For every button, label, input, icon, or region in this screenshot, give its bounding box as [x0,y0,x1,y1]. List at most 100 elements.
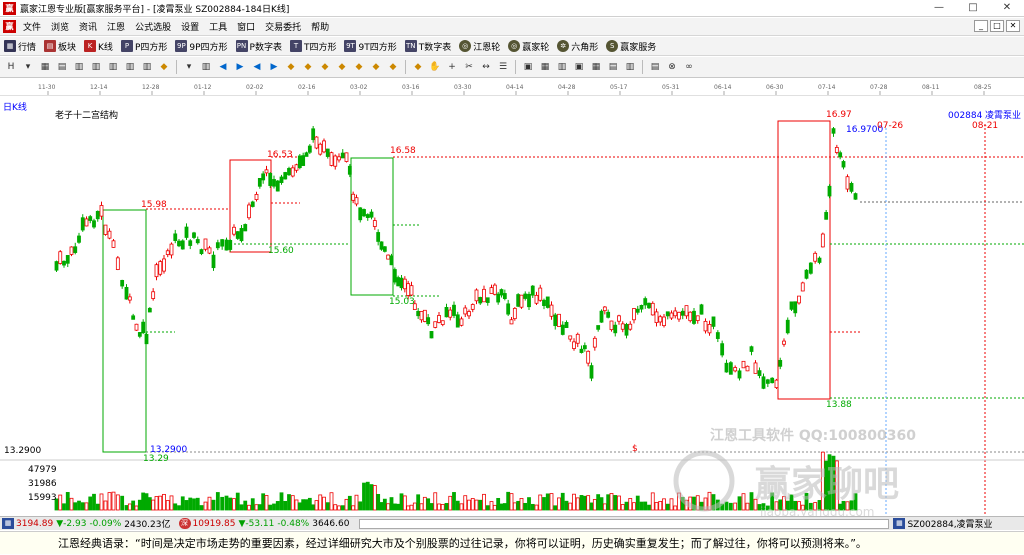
hexagon-icon: ✲ [557,40,570,52]
drawing-tool-button[interactable]: ▾ [182,60,196,74]
drawing-tool-button[interactable]: ▥ [123,60,137,74]
drawing-tool-button[interactable]: ✂ [462,60,476,74]
menu-trade[interactable]: 交易委托 [260,20,306,33]
volume-bar [650,492,655,511]
drawing-tool-button[interactable]: ▥ [72,60,86,74]
drawing-tool-button[interactable]: ◆ [386,60,400,74]
drawing-tool-button[interactable]: ◆ [352,60,366,74]
menu-info[interactable]: 资讯 [74,20,102,33]
candle-body [692,310,696,324]
minimize-button[interactable]: — [922,0,956,16]
toolbar-separator [405,60,406,74]
candle-body [69,246,74,255]
drawing-tool-button[interactable]: ▥ [89,60,103,74]
volume-bar [220,496,225,511]
drawing-tool-button[interactable]: ▦ [538,60,552,74]
drawing-tool-button[interactable]: ▦ [589,60,603,74]
candle-body [817,257,822,263]
drawing-tool-button[interactable]: ▶ [233,60,247,74]
menu-file[interactable]: 文件 [18,20,46,33]
volume-bar [318,494,323,511]
pn-square-icon: PN [235,40,248,52]
drawing-tool-button[interactable]: ▣ [521,60,535,74]
toolbar-sector-button[interactable]: ▤ 板块 [44,40,76,53]
toolbar-9t-square-button[interactable]: 9T 9T四方形 [344,40,397,53]
toolbar-service-button[interactable]: S 赢家服务 [606,40,656,53]
toolbar-p-square-button[interactable]: P P四方形 [120,40,167,53]
candle-body [287,168,291,176]
toolbar-quotes-button[interactable]: ▦ 行情 [4,40,36,53]
mdi-close-button[interactable]: ✕ [1006,20,1020,32]
candle-body [841,161,846,168]
drawing-tool-button[interactable]: ⊗ [665,60,679,74]
drawing-tool-button[interactable]: ▥ [199,60,213,74]
candle-body [134,323,139,331]
drawing-tool-button[interactable]: ▥ [555,60,569,74]
candle-body [84,218,89,227]
candle-body [211,254,216,269]
toolbar-9p-square-button[interactable]: 9P 9P四方形 [175,40,228,53]
candle-body [589,365,594,379]
volume-bar [344,498,349,511]
menu-window[interactable]: 窗口 [232,20,260,33]
close-button[interactable]: ✕ [990,0,1024,16]
drawing-tool-button[interactable]: ◆ [157,60,171,74]
drawing-tool-button[interactable]: ◆ [369,60,383,74]
candle-body [416,310,421,317]
drawing-tool-button[interactable]: ▾ [21,60,35,74]
menu-help[interactable]: 帮助 [306,20,334,33]
volume-bar [162,493,166,511]
volume-bar [247,504,251,511]
drawing-tool-button[interactable]: ∞ [682,60,696,74]
volume-bar [158,495,163,511]
drawing-tool-button[interactable]: ▥ [106,60,120,74]
drawing-tool-button[interactable]: ▤ [55,60,69,74]
drawing-tool-button[interactable]: ↔ [479,60,493,74]
price-label-15-03: 15.03 [389,297,415,307]
drawing-tool-button[interactable]: + [445,60,459,74]
drawing-tool-button[interactable]: ▥ [140,60,154,74]
toolbar-gann-wheel-button[interactable]: ◎ 江恩轮 [459,40,500,53]
horizontal-scrollbar[interactable] [359,518,890,529]
drawing-tool-button[interactable]: ▤ [606,60,620,74]
menu-gann[interactable]: 江恩 [102,20,130,33]
toolbar-winner-wheel-button[interactable]: ◎ 赢家轮 [508,40,549,53]
drawing-tool-button[interactable]: ▦ [38,60,52,74]
drawing-tool-button[interactable]: ◆ [318,60,332,74]
toolbar-hexagon-button[interactable]: ✲ 六角形 [557,40,598,53]
drawing-tool-button[interactable]: ◆ [301,60,315,74]
toolbar-t-square-button[interactable]: T T四方形 [289,40,336,53]
toolbar-t-number-button[interactable]: TN T数字表 [404,40,451,53]
candle-body [80,217,85,231]
drawing-tool-button[interactable]: ▤ [648,60,662,74]
menu-tools[interactable]: 工具 [204,20,232,33]
status-bar: ▦ 3194.89 ▼-2.93 -0.09% 2430.23亿 深 10919… [0,516,1024,530]
menu-browse[interactable]: 浏览 [46,20,74,33]
mdi-minimize-button[interactable]: _ [974,20,988,32]
candle-body [254,193,259,200]
menu-settings[interactable]: 设置 [176,20,204,33]
volume-bar [433,492,438,511]
drawing-tool-button[interactable]: ▣ [572,60,586,74]
drawing-tool-button[interactable]: ▶ [267,60,281,74]
drawing-tool-button[interactable]: H [4,60,18,74]
maximize-button[interactable]: □ [956,0,990,16]
mdi-restore-button[interactable]: □ [990,20,1004,32]
volume-bar [92,493,96,511]
volume-bar [62,503,66,511]
drawing-tool-button[interactable]: ◆ [284,60,298,74]
menu-formula[interactable]: 公式选股 [130,20,176,33]
drawing-tool-button[interactable]: ☰ [496,60,510,74]
drawing-tool-button[interactable]: ◆ [411,60,425,74]
drawing-tool-button[interactable]: ◆ [335,60,349,74]
drawing-tool-button[interactable]: ◀ [250,60,264,74]
drawing-tool-button[interactable]: ✋ [428,60,442,74]
window-controls: — □ ✕ [922,0,1024,16]
drawing-tool-button[interactable]: ◀ [216,60,230,74]
candle-body [596,325,601,330]
toolbar-kline-button[interactable]: K K线 [84,40,113,53]
candle-body [492,284,497,295]
drawing-tool-button[interactable]: ▥ [623,60,637,74]
kline-chart[interactable]: 日K线 老子十二宫结构 002884 凌霄泵业 15.98 16.53 15.6… [0,96,1024,516]
toolbar-p-number-button[interactable]: PN P数字表 [235,40,282,53]
